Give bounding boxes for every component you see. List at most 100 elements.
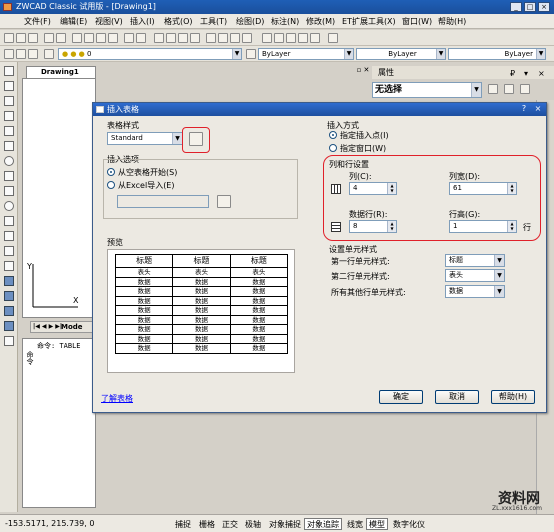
region-icon[interactable] [4,306,14,316]
dim-style-icon[interactable] [298,33,308,43]
help-button[interactable]: 帮助(H) [491,390,535,404]
help-icon[interactable] [328,33,338,43]
menu-dimension[interactable]: 标注(N) [271,16,299,27]
selection-combo[interactable]: 无选择 ▼ [372,82,482,98]
layer-icon[interactable] [262,33,272,43]
otrack-toggle[interactable]: 对象追踪 [304,518,342,530]
menu-view[interactable]: 视图(V) [95,16,123,27]
redo-icon[interactable] [136,33,146,43]
menu-insert[interactable]: 插入(I) [130,16,155,27]
linetype-combo[interactable]: ByLayer ▼ [356,48,446,60]
maximize-button[interactable]: □ [524,2,536,12]
grid-toggle[interactable]: 栅格 [196,518,218,530]
autohide-icon[interactable]: ▾ [524,67,528,80]
layer-walk-icon[interactable] [44,49,54,59]
row-height-spinner[interactable]: ▲ ▼ [507,221,516,232]
columns-spinner[interactable]: ▲ ▼ [387,183,396,194]
table-style-dialog-button[interactable] [189,132,203,146]
chevron-down-icon[interactable]: ▼ [344,49,353,59]
make-block-icon[interactable] [4,246,14,256]
properties-icon[interactable] [206,33,216,43]
hatch-icon[interactable] [4,276,14,286]
cancel-button[interactable]: 取消 [435,390,479,404]
gradient-icon[interactable] [4,291,14,301]
close-panel-icon[interactable]: × [538,67,545,80]
drawing-close-icon[interactable]: ▫ ✕ [356,66,370,78]
chevron-down-icon[interactable]: ▼ [536,49,545,59]
table-style-icon[interactable] [310,33,320,43]
zoom-realtime-icon[interactable] [166,33,176,43]
tab-nav-arrows[interactable]: |◀ ◀ ▶ ▶| [33,322,62,332]
lineweight-toggle[interactable]: 线宽 [344,518,366,530]
construction-line-icon[interactable] [4,81,14,91]
lineweight-combo[interactable]: ByLayer ▼ [448,48,546,60]
tablet-toggle[interactable]: 数字化仪 [390,518,428,530]
data-rows-input[interactable]: 8 ▲ ▼ [349,220,397,233]
from-empty-label[interactable]: 从空表格开始(S) [118,167,177,178]
undo-icon[interactable] [124,33,134,43]
toggle-pickadd-icon[interactable] [488,84,498,94]
ellipse-arc-icon[interactable] [4,216,14,226]
column-width-spinner[interactable]: ▲ ▼ [507,183,516,194]
model-toggle[interactable]: 模型 [366,518,388,530]
open-icon[interactable] [16,33,26,43]
chevron-down-icon[interactable]: ▼ [494,270,504,281]
circle-icon[interactable] [4,156,14,166]
calculator-icon[interactable] [242,33,252,43]
make-current-icon[interactable] [246,49,256,59]
design-center-icon[interactable] [218,33,228,43]
arc-icon[interactable] [4,141,14,151]
text-style-icon[interactable] [286,33,296,43]
print-icon[interactable] [44,33,54,43]
column-width-input[interactable]: 61 ▲ ▼ [449,182,517,195]
select-objects-icon[interactable] [504,84,514,94]
menu-tools[interactable]: 工具(T) [200,16,227,27]
columns-input[interactable]: 4 ▲ ▼ [349,182,397,195]
revision-cloud-icon[interactable] [4,171,14,181]
menu-modify[interactable]: 修改(M) [306,16,335,27]
polygon-icon[interactable] [4,111,14,121]
cut-icon[interactable] [72,33,82,43]
model-tab[interactable]: |◀ ◀ ▶ ▶| Mode [30,321,96,333]
layer-manager-icon[interactable] [4,49,14,59]
zoom-previous-icon[interactable] [190,33,200,43]
paste-icon[interactable] [96,33,106,43]
osnap-toggle[interactable]: 对象捕捉 [266,518,304,530]
mtext-icon[interactable] [4,336,14,346]
insert-point-radio[interactable] [329,131,337,139]
learn-table-link[interactable]: 了解表格 [101,393,133,404]
chevron-down-icon[interactable]: ▼ [494,286,504,297]
table-icon[interactable] [4,321,14,331]
new-icon[interactable] [4,33,14,43]
tool-palette-icon[interactable] [230,33,240,43]
ellipse-icon[interactable] [4,201,14,211]
insert-block-icon[interactable] [4,231,14,241]
drawing-canvas[interactable]: Y X [22,78,96,318]
chevron-down-icon[interactable]: ▼ [471,83,481,97]
from-excel-radio[interactable] [107,181,115,189]
chevron-down-icon[interactable]: ▼ [232,49,241,59]
close-button[interactable]: × [538,2,550,12]
tab-drawing1[interactable]: Drawing1 [26,66,96,78]
first-row-style-select[interactable]: 标题 ▼ [445,254,505,267]
chevron-down-icon[interactable]: ▼ [494,255,504,266]
menu-format[interactable]: 格式(O) [164,16,193,27]
snap-toggle[interactable]: 捕捉 [172,518,194,530]
other-rows-style-select[interactable]: 数据 ▼ [445,285,505,298]
menu-help[interactable]: 帮助(H) [438,16,466,27]
line-icon[interactable] [4,66,14,76]
menu-window[interactable]: 窗口(W) [402,16,432,27]
from-empty-radio[interactable] [107,168,115,176]
layer-combo[interactable]: ● ● ● 0 ▼ [58,48,242,60]
layer-previous-icon[interactable] [16,49,26,59]
spline-icon[interactable] [4,186,14,196]
data-rows-spinner[interactable]: ▲ ▼ [387,221,396,232]
polar-toggle[interactable]: 极轴 [242,518,264,530]
color-combo[interactable]: ByLayer ▼ [258,48,354,60]
pan-icon[interactable] [154,33,164,43]
polyline-icon[interactable] [4,96,14,106]
chevron-down-icon[interactable]: ▼ [172,133,182,144]
chevron-down-icon[interactable]: ▼ [436,49,445,59]
minimize-button[interactable]: _ [510,2,522,12]
from-excel-label[interactable]: 从Excel导入(E) [118,180,175,191]
